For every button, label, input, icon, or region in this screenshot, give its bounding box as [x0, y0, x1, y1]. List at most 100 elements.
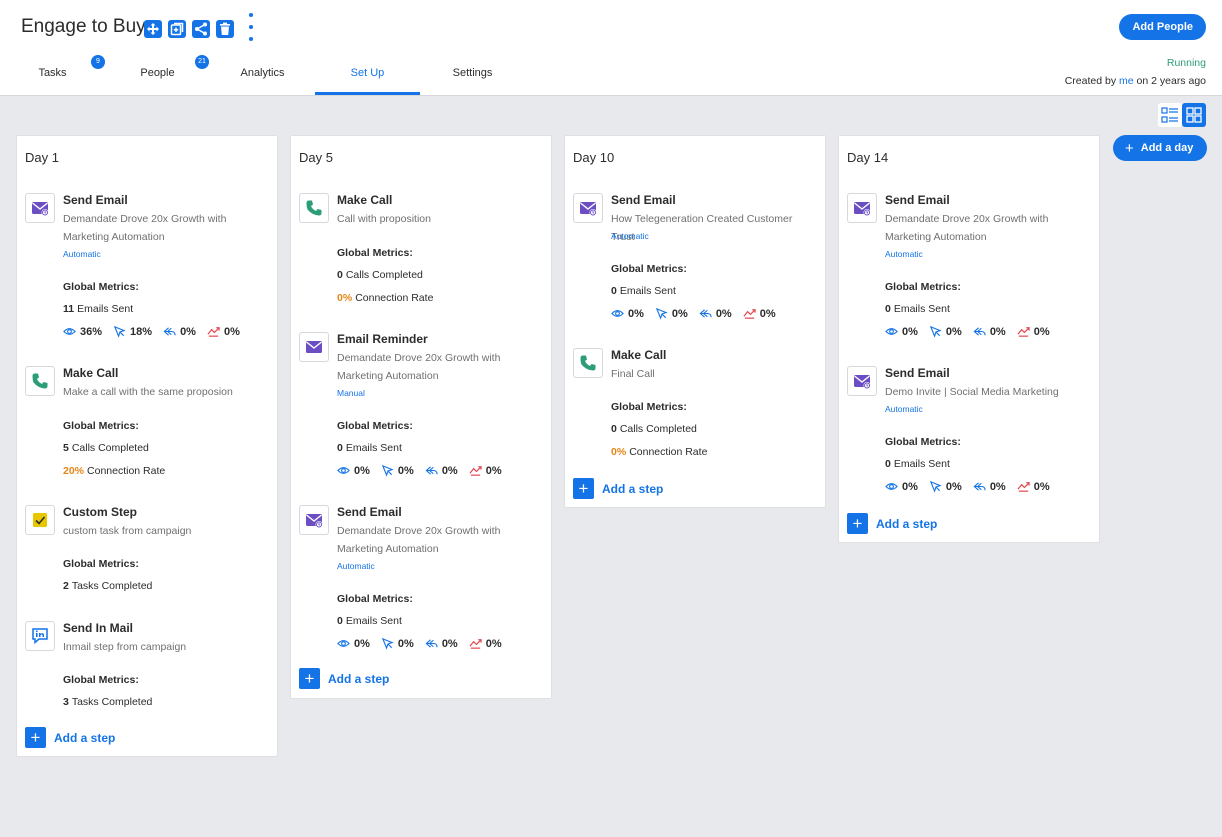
step-card[interactable]: Send Email Demandate Drove 20x Growth wi…	[299, 505, 545, 655]
step-description: Demandate Drove 20x Growth with Marketin…	[337, 525, 501, 555]
step-description: Call with proposition	[337, 213, 431, 225]
move-icon[interactable]	[144, 20, 162, 38]
click-rate-icon	[929, 480, 942, 493]
step-mode: Manual	[337, 388, 365, 398]
bounce-rate-icon	[207, 327, 220, 337]
email-rates: 0% 0% 0% 0%	[337, 464, 513, 477]
open-rate: 36%	[80, 325, 103, 338]
tab-label: Set Up	[350, 67, 385, 79]
reply-rate: 0%	[441, 464, 458, 477]
more-options-icon[interactable]	[248, 13, 254, 41]
add-people-button[interactable]: Add People	[1119, 14, 1206, 40]
open-rate-icon	[885, 483, 898, 490]
list-view-toggle[interactable]	[1158, 103, 1182, 127]
step-card[interactable]: Make Call Make a call with the same prop…	[25, 366, 271, 481]
tab-people[interactable]: People	[105, 52, 210, 95]
click-rate: 0%	[397, 464, 414, 477]
tab-analytics[interactable]: Analytics	[210, 52, 315, 95]
metric-emails-sent: 0 Emails Sent	[885, 458, 950, 470]
global-metrics-label: Global Metrics:	[337, 420, 413, 432]
tab-settings[interactable]: Settings	[420, 52, 525, 95]
day-column-5: Day 5 Make Call Call with proposition Gl…	[290, 135, 552, 699]
metric-calls-completed: 5 Calls Completed	[63, 442, 149, 454]
metric-connection-rate: 20% Connection Rate	[63, 465, 165, 477]
step-card[interactable]: Custom Step custom task from campaign Gl…	[25, 505, 271, 595]
click-rate-icon	[381, 464, 394, 477]
metric-label: Tasks Completed	[71, 580, 153, 592]
global-metrics-label: Global Metrics:	[63, 674, 139, 686]
step-card[interactable]: Send In Mail Inmail step from campaign G…	[25, 621, 271, 711]
people-count-badge: 21	[195, 55, 209, 69]
open-rate-icon	[337, 467, 350, 474]
step-mode: Automatic	[885, 249, 923, 259]
bounce-rate: 0%	[1033, 325, 1050, 338]
tab-tasks[interactable]: Tasks	[0, 52, 105, 95]
metric-connection-rate: 0% Connection Rate	[337, 292, 433, 304]
metric-label: Connection Rate	[355, 292, 434, 304]
reply-rate-icon	[163, 327, 176, 336]
email-rates: 0% 0% 0% 0%	[611, 307, 787, 320]
connection-rate-value: 0%	[611, 446, 627, 458]
campaign-header: Engage to Buy Tasks 9 People 21 Analytic…	[0, 0, 1222, 96]
delete-icon[interactable]	[216, 20, 234, 38]
global-metrics-label: Global Metrics:	[885, 436, 961, 448]
add-step-button[interactable]: + Add a step	[25, 727, 115, 748]
metric-label: Emails Sent	[893, 303, 950, 315]
bounce-rate: 0%	[759, 307, 776, 320]
add-step-button[interactable]: + Add a step	[299, 668, 389, 689]
open-rate: 0%	[902, 325, 918, 338]
global-metrics-label: Global Metrics:	[611, 401, 687, 413]
reply-rate-icon	[699, 309, 712, 318]
step-mode: Automatic	[63, 249, 101, 259]
step-card[interactable]: Make Call Final Call Global Metrics: 0 Ca…	[573, 348, 819, 463]
day-title: Day 1	[25, 150, 59, 165]
step-title: Make Call	[337, 193, 393, 207]
add-step-button[interactable]: + Add a step	[847, 513, 937, 534]
metric-label: Tasks Completed	[71, 696, 153, 708]
step-card[interactable]: Send Email Demo Invite | Social Media Ma…	[847, 366, 1093, 496]
duplicate-icon[interactable]	[168, 20, 186, 38]
click-rate: 0%	[945, 325, 962, 338]
click-rate: 0%	[397, 637, 414, 650]
step-mode: Automatic	[885, 404, 923, 414]
metric-value: 3	[63, 696, 69, 708]
step-description: Demo Invite | Social Media Marketing	[885, 386, 1059, 398]
day-column-1: Day 1 Send Email Demandate Drove 20x Gro…	[16, 135, 278, 757]
share-icon[interactable]	[192, 20, 210, 38]
step-title: Send Email	[885, 366, 950, 380]
metric-emails-sent: 0 Emails Sent	[885, 303, 950, 315]
email-icon	[299, 505, 329, 535]
bounce-rate-icon	[469, 466, 482, 476]
open-rate: 0%	[628, 307, 644, 320]
step-card[interactable]: Send Email Demandate Drove 20x Growth wi…	[847, 193, 1093, 343]
title-toolbar	[144, 13, 254, 41]
phone-icon	[25, 366, 55, 396]
tab-setup[interactable]: Set Up	[315, 52, 420, 95]
day-title: Day 5	[299, 150, 333, 165]
metric-connection-rate: 0% Connection Rate	[611, 446, 707, 458]
created-info: Created by me on 2 years ago	[1065, 75, 1206, 87]
add-day-button[interactable]: + Add a day	[1113, 135, 1208, 161]
global-metrics-label: Global Metrics:	[63, 281, 139, 293]
open-rate: 0%	[354, 464, 370, 477]
step-mode: Automatic	[337, 561, 375, 571]
creator-link[interactable]: me	[1119, 75, 1134, 87]
board-view-toggle[interactable]	[1182, 103, 1206, 127]
step-card[interactable]: Email Reminder Demandate Drove 20x Growt…	[299, 332, 545, 482]
email-icon	[25, 193, 55, 223]
phone-icon	[299, 193, 329, 223]
metric-emails-sent: 0 Emails Sent	[337, 442, 402, 454]
open-rate: 0%	[354, 637, 370, 650]
step-card[interactable]: Make Call Call with proposition Global M…	[299, 193, 545, 308]
email-rates: 0% 0% 0% 0%	[885, 325, 1061, 338]
add-step-button[interactable]: + Add a step	[573, 478, 663, 499]
email-rates: 0% 0% 0% 0%	[885, 480, 1061, 493]
bounce-rate-icon	[469, 639, 482, 649]
add-step-label: Add a step	[54, 730, 116, 745]
page-title: Engage to Buy	[21, 16, 146, 37]
step-card[interactable]: Send Email Demandate Drove 20x Growth wi…	[25, 193, 271, 343]
step-card[interactable]: Send Email How Telegeneration Created Cu…	[573, 193, 819, 323]
email-icon	[847, 366, 877, 396]
metric-label: Emails Sent	[619, 285, 676, 297]
metric-value: 11	[63, 303, 75, 315]
